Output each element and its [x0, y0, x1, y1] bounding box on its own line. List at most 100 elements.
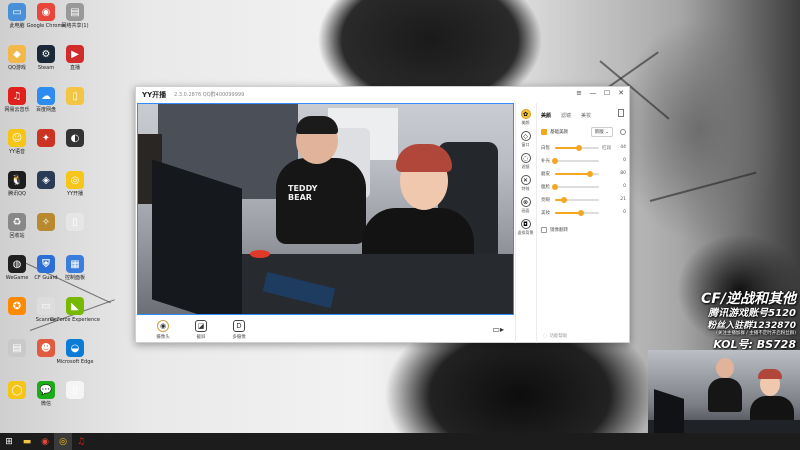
- desktop-shortcut[interactable]: ▯: [58, 381, 92, 401]
- side-menu-item[interactable]: ✿ 美颜: [520, 109, 531, 126]
- side-menu-label: 滤镜: [521, 164, 530, 169]
- desktop-shortcut[interactable]: ◐: [58, 129, 92, 149]
- side-menu-label: 窗口: [521, 142, 530, 147]
- panel-layout-icon[interactable]: [618, 109, 624, 117]
- desktop-shortcut[interactable]: ◣ GeForce Experience: [50, 297, 100, 323]
- slider-knob[interactable]: [578, 209, 585, 216]
- slider-track[interactable]: [555, 144, 599, 151]
- file-explorer-icon[interactable]: ▬: [18, 433, 36, 450]
- camera-preview[interactable]: TEDDY BEAR: [137, 103, 514, 315]
- slider-knob[interactable]: [576, 144, 583, 151]
- game-icon: ✦: [37, 129, 55, 147]
- windows-start-icon[interactable]: ⊞: [0, 433, 18, 450]
- side-menu-item[interactable]: ◘ 虚拟背景: [518, 219, 534, 236]
- mirror-row: 镜像翻转: [537, 219, 630, 241]
- close-icon[interactable]: ✕: [617, 89, 625, 97]
- slider-extra-label: 红润: [602, 145, 611, 151]
- slider-knob[interactable]: [552, 183, 558, 190]
- slider-track[interactable]: [552, 157, 599, 164]
- side-menu-item[interactable]: ◌ 滤镜: [520, 153, 531, 170]
- tool-icon: ✪: [8, 297, 26, 315]
- side-menu-item[interactable]: ✕ 特效: [520, 175, 531, 192]
- app-title: YY开播: [142, 90, 167, 99]
- desktop-shortcut-label: 网络共享(1): [61, 23, 89, 29]
- camera-label: 摄像头: [156, 334, 170, 340]
- blank-file-icon: ▯: [66, 213, 84, 231]
- bottom-toolbar: ◉ 摄像头 ◪ 截屏 D 多摄像 ▭▸: [137, 316, 514, 343]
- desktop-shortcut[interactable]: ▶ 直播: [58, 45, 92, 71]
- desktop-shortcut[interactable]: ▯: [58, 213, 92, 233]
- basic-beauty-label: 基础美颜: [550, 130, 568, 135]
- slider-track[interactable]: [555, 209, 599, 216]
- side-menu-label: 虚拟背景: [517, 230, 534, 235]
- title-bar[interactable]: YY开播 2.3.0.2876 QQ群400099999 ≡ — ☐ ✕: [136, 87, 629, 102]
- maximize-icon[interactable]: ☐: [603, 89, 611, 97]
- side-menu-item[interactable]: ⊗ 画面: [520, 197, 531, 214]
- chrome-taskbar-icon[interactable]: ◉: [36, 433, 54, 450]
- desktop-shortcut-label: 控制面板: [64, 275, 85, 281]
- slider-value: 0: [623, 184, 626, 189]
- tab-makeup[interactable]: 美妆: [581, 112, 591, 119]
- desktop-shortcut-label: Steam: [37, 65, 55, 71]
- minimize-icon[interactable]: —: [589, 89, 597, 97]
- camera-toggle-icon[interactable]: ▭▸: [492, 325, 504, 334]
- basic-beauty-checkbox[interactable]: [541, 129, 547, 135]
- help-link[interactable]: ◌ 功能帮助: [543, 333, 567, 339]
- network-icon: ▤: [66, 3, 84, 21]
- mirror-label: 镜像翻转: [550, 228, 568, 233]
- slider-label: 亮眼: [541, 197, 550, 203]
- filter-icon: ◌: [520, 153, 531, 163]
- reset-icon[interactable]: [620, 129, 626, 135]
- preview-hair-left: [296, 116, 338, 134]
- desktop-shortcut[interactable]: ◎ YY开播: [58, 171, 92, 197]
- multi-camera-button[interactable]: D 多摄像: [227, 319, 251, 340]
- slider-fill: [555, 172, 591, 175]
- slider-track[interactable]: [555, 196, 599, 203]
- slider-knob[interactable]: [587, 170, 594, 177]
- cf-guard-icon: ⛨: [37, 255, 55, 273]
- desktop-shortcut-label: 此电脑: [9, 23, 25, 29]
- netease-taskbar-icon[interactable]: ♫: [72, 433, 90, 450]
- screenshot-button[interactable]: ◪ 截屏: [189, 319, 213, 340]
- baidu-netdisk-icon: ☁: [37, 87, 55, 105]
- slider-knob[interactable]: [561, 196, 568, 203]
- desktop-shortcut[interactable]: ▦ 控制面板: [58, 255, 92, 281]
- edge-icon: ◒: [66, 339, 84, 357]
- panel-tabs: 美颜 滤镜 美妆: [537, 103, 630, 119]
- desktop-shortcut[interactable]: ◒ Microsoft Edge: [57, 339, 93, 365]
- slider-track[interactable]: [555, 170, 599, 177]
- mirror-checkbox[interactable]: [541, 227, 547, 233]
- tab-filter[interactable]: 滤镜: [561, 112, 571, 119]
- screen-icon: ⊗: [520, 197, 531, 207]
- slider-knob[interactable]: [552, 157, 558, 164]
- menu-icon[interactable]: ≡: [575, 89, 583, 97]
- yy-live-icon: ◎: [66, 171, 84, 189]
- slider-track[interactable]: [552, 183, 599, 190]
- tab-beauty[interactable]: 美颜: [541, 112, 551, 119]
- live-icon: ▶: [66, 45, 84, 63]
- preview-mouse: [250, 250, 270, 258]
- desktop-shortcut-label: 直播: [69, 65, 80, 71]
- side-menu-item[interactable]: ◇ 窗口: [520, 131, 531, 148]
- desktop-shortcut[interactable]: ▤ 网络共享(1): [58, 3, 92, 29]
- webcam-hair-right: [758, 369, 782, 379]
- slider-label: 美妆: [541, 210, 550, 216]
- help-label: 功能帮助: [549, 334, 568, 339]
- beauty-mode-select[interactable]: 新版 ⌄: [590, 127, 613, 137]
- slider-value: 0: [623, 210, 626, 215]
- preview-hair-right: [396, 144, 452, 172]
- scanner-icon: ▭: [37, 297, 55, 315]
- yy-taskbar-icon[interactable]: ◎: [54, 433, 72, 450]
- camera-button[interactable]: ◉ 摄像头: [151, 319, 175, 340]
- screenshot-label: 截屏: [196, 334, 206, 340]
- taskbar: ⊞ ▬ ◉ ◎ ♫: [0, 433, 800, 450]
- desktop-shortcut[interactable]: ▯: [58, 87, 92, 107]
- app-version: 2.3.0.2876 QQ群400099999: [174, 92, 245, 98]
- qq-icon: 🐧: [8, 171, 26, 189]
- side-menu-label: 美颜: [521, 120, 530, 125]
- chrome-icon: ◉: [37, 3, 55, 21]
- desktop-shortcut-label: 百度网盘: [35, 107, 56, 113]
- overlay-line-2: 腾讯游戏账号5120: [708, 308, 796, 319]
- slider-row: 亮眼 21: [537, 193, 630, 206]
- screenshot-icon: ◪: [195, 319, 207, 332]
